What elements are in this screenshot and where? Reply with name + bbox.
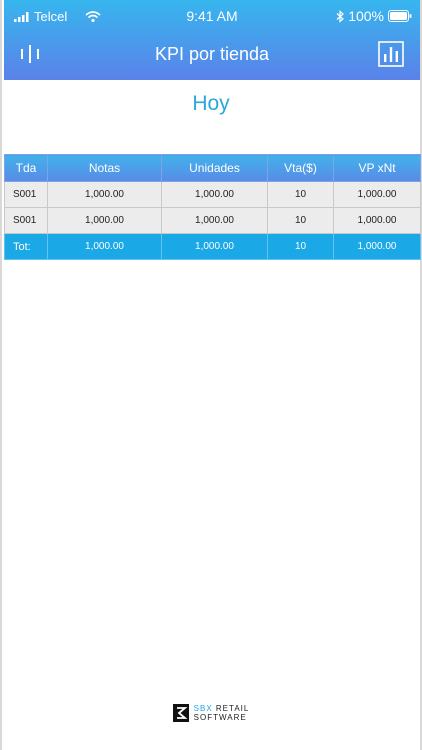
column-header-store[interactable]: Tda <box>4 154 48 182</box>
sbx-logo-icon <box>172 704 189 722</box>
cell-sales: 10 <box>267 181 334 208</box>
status-right: 100% <box>336 8 412 24</box>
column-header-notes[interactable]: Notas <box>47 154 162 182</box>
nav-title: KPI por tienda <box>154 44 270 64</box>
table-row[interactable]: S001 1,000.00 1,000.00 10 1,000.00 <box>4 181 421 208</box>
column-header-sales[interactable]: Vta($) <box>267 154 334 182</box>
logo-line2: SOFTWARE <box>193 713 247 722</box>
total-units: 1,000.00 <box>161 233 268 260</box>
battery-icon <box>388 10 412 22</box>
kpi-table: Tda Notas Unidades Vta($) VP xNt S001 1,… <box>4 154 421 260</box>
logo-line1: RETAIL <box>215 704 250 713</box>
battery-label: 100% <box>348 8 384 24</box>
table-total-row: Tot: 1,000.00 1,000.00 10 1,000.00 <box>4 233 421 260</box>
app-screen: Telcel 9:41 AM 100% KPI por tienda Hoy T… <box>0 0 422 750</box>
column-header-avg-per-note[interactable]: VP xNt <box>333 154 421 182</box>
total-avg-per-note: 1,000.00 <box>333 233 421 260</box>
cell-notes: 1,000.00 <box>47 181 162 208</box>
cell-avg-per-note: 1,000.00 <box>333 181 421 208</box>
cell-notes: 1,000.00 <box>47 207 162 234</box>
cell-store: S001 <box>4 207 48 234</box>
period-title: Hoy <box>192 92 230 115</box>
cell-sales: 10 <box>267 207 334 234</box>
column-header-units[interactable]: Unidades <box>161 154 268 182</box>
cell-units: 1,000.00 <box>161 181 268 208</box>
cell-avg-per-note: 1,000.00 <box>333 207 421 234</box>
app-header: Telcel 9:41 AM 100% KPI por tienda <box>4 0 420 80</box>
table-row[interactable]: S001 1,000.00 1,000.00 10 1,000.00 <box>4 207 421 234</box>
total-sales: 10 <box>267 233 334 260</box>
bluetooth-icon <box>336 9 345 23</box>
logo-brand: SBX <box>193 704 213 713</box>
logo-text: SBX RETAIL SOFTWARE <box>194 704 250 722</box>
status-bar: Telcel 9:41 AM 100% <box>4 0 420 32</box>
footer-logo: SBX RETAIL SOFTWARE <box>2 704 420 722</box>
bar-chart-icon[interactable] <box>378 41 404 67</box>
cell-store: S001 <box>4 181 48 208</box>
total-label: Tot: <box>4 233 48 260</box>
total-notes: 1,000.00 <box>47 233 162 260</box>
table-header-row: Tda Notas Unidades Vta($) VP xNt <box>4 154 421 182</box>
cell-units: 1,000.00 <box>161 207 268 234</box>
